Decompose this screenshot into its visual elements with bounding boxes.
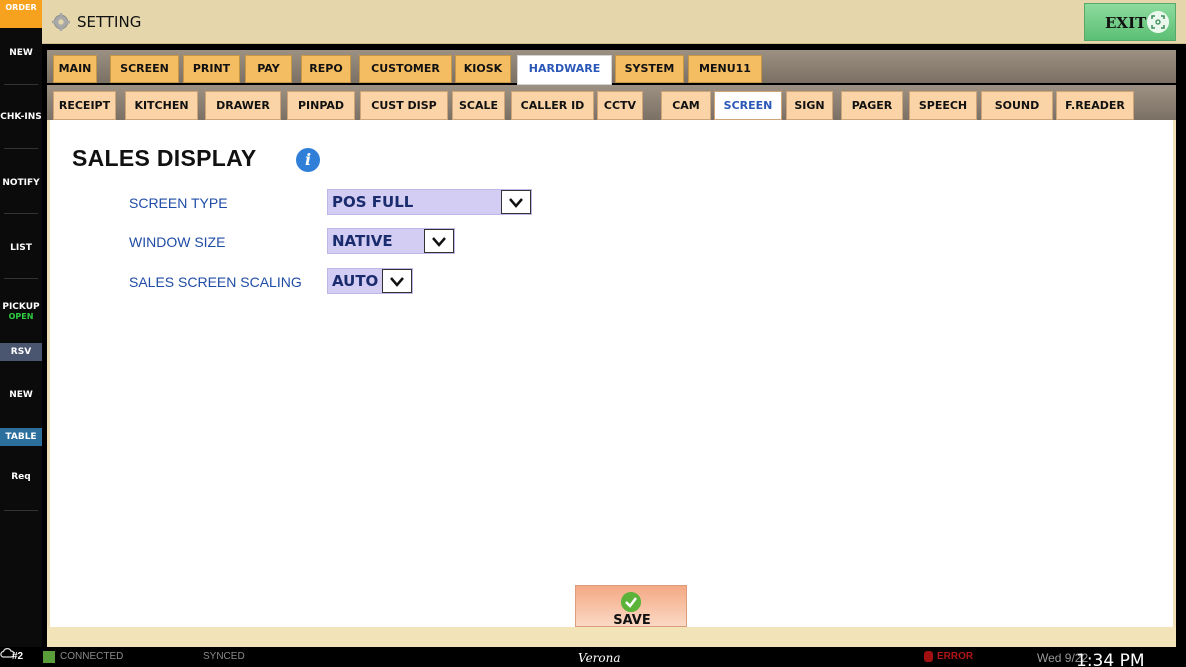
- status-bar: #2 CONNECTED SYNCED Verona ERROR Wed 9/2…: [0, 647, 1186, 667]
- tab-hardware[interactable]: HARDWARE: [517, 55, 612, 85]
- chevron-down-icon[interactable]: [382, 269, 412, 293]
- gear-icon: [52, 13, 70, 31]
- error-status[interactable]: ERROR: [937, 651, 973, 662]
- sidebar-divider: [4, 213, 38, 214]
- subtab-screen[interactable]: SCREEN: [714, 91, 782, 120]
- subtab-kitchen[interactable]: KITCHEN: [125, 91, 198, 120]
- venue-name: Verona: [578, 651, 621, 665]
- window-size-label: WINDOW SIZE: [129, 234, 226, 250]
- tab-screen[interactable]: SCREEN: [110, 55, 179, 83]
- subtab-cust-disp[interactable]: CUST DISP: [360, 91, 448, 120]
- window-size-value: NATIVE: [332, 232, 393, 250]
- sales-screen-scaling-value: AUTO: [332, 272, 379, 290]
- time-display: 1:34 PM: [1076, 651, 1145, 667]
- subtab-f-reader[interactable]: F.READER: [1056, 91, 1134, 120]
- secondary-tab-bar: RECEIPT KITCHEN DRAWER PINPAD CUST DISP …: [47, 85, 1176, 120]
- connection-status: CONNECTED: [60, 651, 124, 662]
- subtab-speech[interactable]: SPEECH: [909, 91, 977, 120]
- pickup-open-status: OPEN: [8, 312, 34, 321]
- subtab-sound[interactable]: SOUND: [981, 91, 1053, 120]
- network-icon: [43, 651, 55, 663]
- primary-tab-bar: MAIN SCREEN PRINT PAY REPO CUSTOMER KIOS…: [47, 50, 1176, 85]
- save-button[interactable]: SAVE: [575, 585, 687, 628]
- content-footer: [47, 627, 1176, 647]
- subtab-cam[interactable]: CAM: [661, 91, 711, 120]
- subtab-drawer[interactable]: DRAWER: [205, 91, 281, 120]
- window-size-select[interactable]: NATIVE: [327, 228, 455, 254]
- sales-screen-scaling-label: SALES SCREEN SCALING: [129, 274, 302, 290]
- chevron-down-icon[interactable]: [424, 229, 454, 253]
- station-number: #2: [12, 651, 24, 662]
- settings-panel: SALES DISPLAY i SCREEN TYPE POS FULL WIN…: [47, 120, 1176, 628]
- exit-label: EXIT: [1105, 14, 1147, 32]
- save-label: SAVE: [613, 613, 651, 628]
- section-title: SALES DISPLAY: [72, 145, 257, 171]
- tab-customer[interactable]: CUSTOMER: [359, 55, 452, 83]
- chevron-down-icon[interactable]: [501, 190, 531, 214]
- sales-screen-scaling-select[interactable]: AUTO: [327, 268, 413, 294]
- sidebar-item-req[interactable]: Req: [0, 472, 42, 482]
- sidebar-item-table[interactable]: TABLE: [0, 428, 42, 446]
- sidebar-item-notify[interactable]: NOTIFY: [0, 178, 42, 188]
- screen-type-value: POS FULL: [332, 193, 414, 211]
- error-icon: [924, 651, 933, 662]
- subtab-caller-id[interactable]: CALLER ID: [511, 91, 594, 120]
- sidebar-item-chk-ins[interactable]: CHK-INS: [0, 112, 42, 122]
- subtab-cctv[interactable]: CCTV: [597, 91, 643, 120]
- sidebar-item-pickup[interactable]: PICKUP OPEN: [0, 302, 42, 321]
- sync-status: SYNCED: [203, 651, 245, 662]
- sidebar-item-list[interactable]: LIST: [0, 243, 42, 253]
- sidebar-item-pickup-label: PICKUP: [2, 302, 40, 312]
- tab-print[interactable]: PRINT: [183, 55, 240, 83]
- subtab-sign[interactable]: SIGN: [786, 91, 833, 120]
- info-icon[interactable]: i: [296, 148, 320, 172]
- subtab-pager[interactable]: PAGER: [841, 91, 903, 120]
- tab-kiosk[interactable]: KIOSK: [455, 55, 511, 83]
- exit-icon: [1147, 11, 1169, 33]
- tab-pay[interactable]: PAY: [245, 55, 292, 83]
- checkmark-icon: [621, 592, 641, 612]
- title-bar: SETTING EXIT: [42, 0, 1186, 44]
- sidebar-item-order[interactable]: ORDER: [0, 0, 42, 28]
- left-sidebar: ORDER NEW CHK-INS NOTIFY LIST PICKUP OPE…: [0, 0, 42, 647]
- sidebar-item-new-2[interactable]: NEW: [0, 390, 42, 400]
- subtab-receipt[interactable]: RECEIPT: [53, 91, 116, 120]
- subtab-scale[interactable]: SCALE: [452, 91, 505, 120]
- sidebar-item-new[interactable]: NEW: [0, 48, 42, 58]
- tab-menu11[interactable]: MENU11: [688, 55, 762, 83]
- sidebar-item-rsv[interactable]: RSV: [0, 343, 42, 361]
- sidebar-divider: [4, 148, 38, 149]
- tab-main[interactable]: MAIN: [53, 55, 97, 83]
- subtab-pinpad[interactable]: PINPAD: [287, 91, 355, 120]
- sidebar-divider: [4, 278, 38, 279]
- screen-type-label: SCREEN TYPE: [129, 195, 228, 211]
- page-title-setting: SETTING: [77, 13, 142, 31]
- screen-type-select[interactable]: POS FULL: [327, 189, 532, 215]
- sidebar-divider: [4, 510, 38, 511]
- exit-button[interactable]: EXIT: [1084, 3, 1176, 41]
- tab-repo[interactable]: REPO: [301, 55, 351, 83]
- sidebar-divider: [4, 84, 38, 85]
- tab-system[interactable]: SYSTEM: [615, 55, 684, 83]
